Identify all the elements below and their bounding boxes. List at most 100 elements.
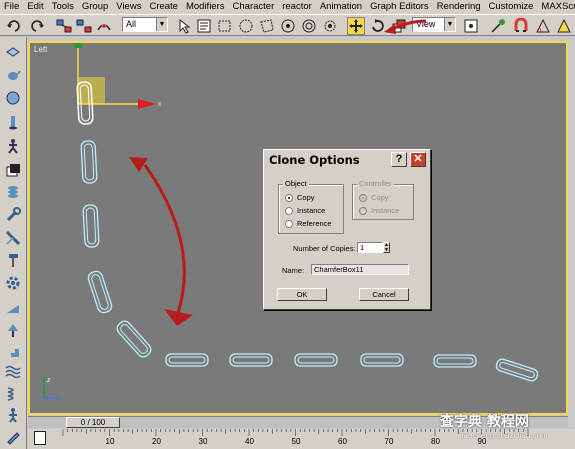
object-reference-radio[interactable]: Reference: [285, 219, 332, 228]
chamferbox[interactable]: [294, 353, 338, 367]
menu-item-animation[interactable]: Animation: [316, 0, 366, 14]
pivot-center-icon[interactable]: [463, 18, 479, 34]
radio-indicator: [359, 206, 367, 215]
menu-item-file[interactable]: File: [0, 0, 23, 14]
spring-icon[interactable]: [5, 385, 21, 401]
left-tool-column: [0, 37, 27, 449]
gizmo-x-label: x: [158, 101, 162, 108]
tree-icon[interactable]: [5, 322, 21, 338]
top-marker: [74, 43, 82, 48]
chamferbox[interactable]: [86, 269, 114, 315]
ruler-number: 20: [152, 437, 161, 446]
copies-spinner[interactable]: ▲ ▼: [383, 242, 390, 253]
name-label: Name:: [282, 266, 305, 275]
wrench-icon[interactable]: [5, 207, 21, 223]
menu-item-views[interactable]: Views: [112, 0, 145, 14]
plane-icon[interactable]: [5, 42, 21, 58]
chamferbox[interactable]: [433, 354, 477, 368]
menu-item-tools[interactable]: Tools: [48, 0, 78, 14]
menu-item-rendering[interactable]: Rendering: [433, 0, 485, 14]
circle-region-icon[interactable]: [238, 18, 254, 34]
cancel-button[interactable]: Cancel: [359, 288, 409, 301]
chamferbox[interactable]: [360, 353, 404, 367]
radio-label: Reference: [297, 219, 332, 228]
fence-region-icon[interactable]: [259, 18, 275, 34]
name-input[interactable]: ChamferBox11: [311, 264, 409, 275]
bones-icon[interactable]: [5, 138, 21, 154]
hammer-icon[interactable]: [5, 252, 21, 268]
number-of-copies-input[interactable]: 1: [357, 242, 383, 253]
steps-icon[interactable]: [5, 343, 21, 359]
selection-filter-dropdown[interactable]: All ▼: [122, 17, 168, 32]
paint-region-icon[interactable]: [301, 18, 317, 34]
axis-tripod: z: [43, 376, 60, 399]
close-button[interactable]: ✕: [410, 152, 426, 167]
lasso-region-icon[interactable]: [280, 18, 296, 34]
ok-button[interactable]: OK: [277, 288, 327, 301]
person-icon[interactable]: [5, 407, 21, 423]
select-by-name-icon[interactable]: [196, 18, 212, 34]
radio-indicator: [359, 193, 367, 202]
tube-icon[interactable]: [5, 114, 21, 130]
menu-item-graph-editors[interactable]: Graph Editors: [366, 0, 433, 14]
main-toolbar: All ▼ View ▼: [0, 14, 575, 36]
teapot-icon[interactable]: [5, 66, 21, 82]
dialog-titlebar[interactable]: Clone Options ? ✕: [265, 151, 429, 169]
rect-region-icon[interactable]: [217, 18, 233, 34]
chamferbox[interactable]: [165, 353, 209, 367]
menu-item-edit[interactable]: Edit: [23, 0, 47, 14]
percent-snap-icon[interactable]: [556, 18, 572, 34]
time-slider-thumb[interactable]: 0 / 100: [66, 417, 120, 428]
snap-toggle-icon[interactable]: [513, 18, 529, 34]
controller-instance-radio[interactable]: Instance: [359, 206, 399, 215]
chamferbox[interactable]: [80, 140, 98, 184]
chamferbox[interactable]: [494, 357, 540, 383]
pencil-icon[interactable]: [5, 429, 21, 445]
select-object-icon[interactable]: [176, 18, 192, 34]
menu-item-reactor[interactable]: reactor: [278, 0, 316, 14]
bind-space-warp-icon[interactable]: [96, 18, 112, 34]
menu-item-customize[interactable]: Customize: [485, 0, 538, 14]
svg-text:z: z: [47, 377, 51, 384]
window-crossing-icon[interactable]: [322, 18, 338, 34]
menu-item-character[interactable]: Character: [229, 0, 279, 14]
annotation-curved-arrow: [129, 157, 193, 326]
radio-label: Copy: [371, 193, 389, 202]
gear-icon[interactable]: [5, 275, 21, 291]
select-move-icon[interactable]: [347, 17, 365, 35]
gizmo-x-arrow: [138, 99, 156, 109]
menu-item-group[interactable]: Group: [78, 0, 112, 14]
ruler-number: 50: [291, 437, 301, 446]
ruler-number: 40: [245, 437, 254, 446]
radio-indicator: [285, 193, 293, 202]
controller-group-title: Controller: [357, 179, 394, 188]
chamferbox[interactable]: [114, 318, 154, 360]
menu-item-create[interactable]: Create: [145, 0, 182, 14]
box-icon[interactable]: [5, 162, 21, 178]
select-manipulate-icon[interactable]: [490, 18, 506, 34]
sphere-icon[interactable]: [5, 90, 21, 106]
clone-options-dialog: Clone Options ? ✕ Object Copy Instance R…: [263, 149, 431, 310]
radio-label: Instance: [371, 206, 400, 215]
menu-item-modifiers[interactable]: Modifiers: [182, 0, 229, 14]
object-copy-radio[interactable]: Copy: [285, 193, 315, 202]
chamferbox[interactable]: [229, 353, 273, 367]
help-button[interactable]: ?: [391, 152, 407, 167]
chamferbox[interactable]: [82, 204, 100, 248]
unlink-icon[interactable]: [76, 18, 92, 34]
menu-item-maxscript[interactable]: MAXScript: [537, 0, 575, 14]
radio-label: Instance: [297, 206, 326, 215]
undo-icon[interactable]: [6, 18, 22, 34]
redo-icon[interactable]: [29, 18, 45, 34]
cylinder-stack-icon[interactable]: [5, 184, 21, 200]
ruler-number: 30: [198, 437, 208, 446]
object-instance-radio[interactable]: Instance: [285, 206, 325, 215]
tool-icon[interactable]: [5, 230, 21, 246]
chevron-down-icon: ▼: [156, 18, 167, 31]
waves-icon[interactable]: [5, 363, 21, 379]
controller-copy-radio[interactable]: Copy: [359, 193, 389, 202]
watermark-text: 查字典 教程网: [440, 414, 529, 430]
select-link-icon[interactable]: [56, 18, 72, 34]
ramp-icon[interactable]: [5, 299, 21, 315]
angle-snap-icon[interactable]: [535, 18, 551, 34]
